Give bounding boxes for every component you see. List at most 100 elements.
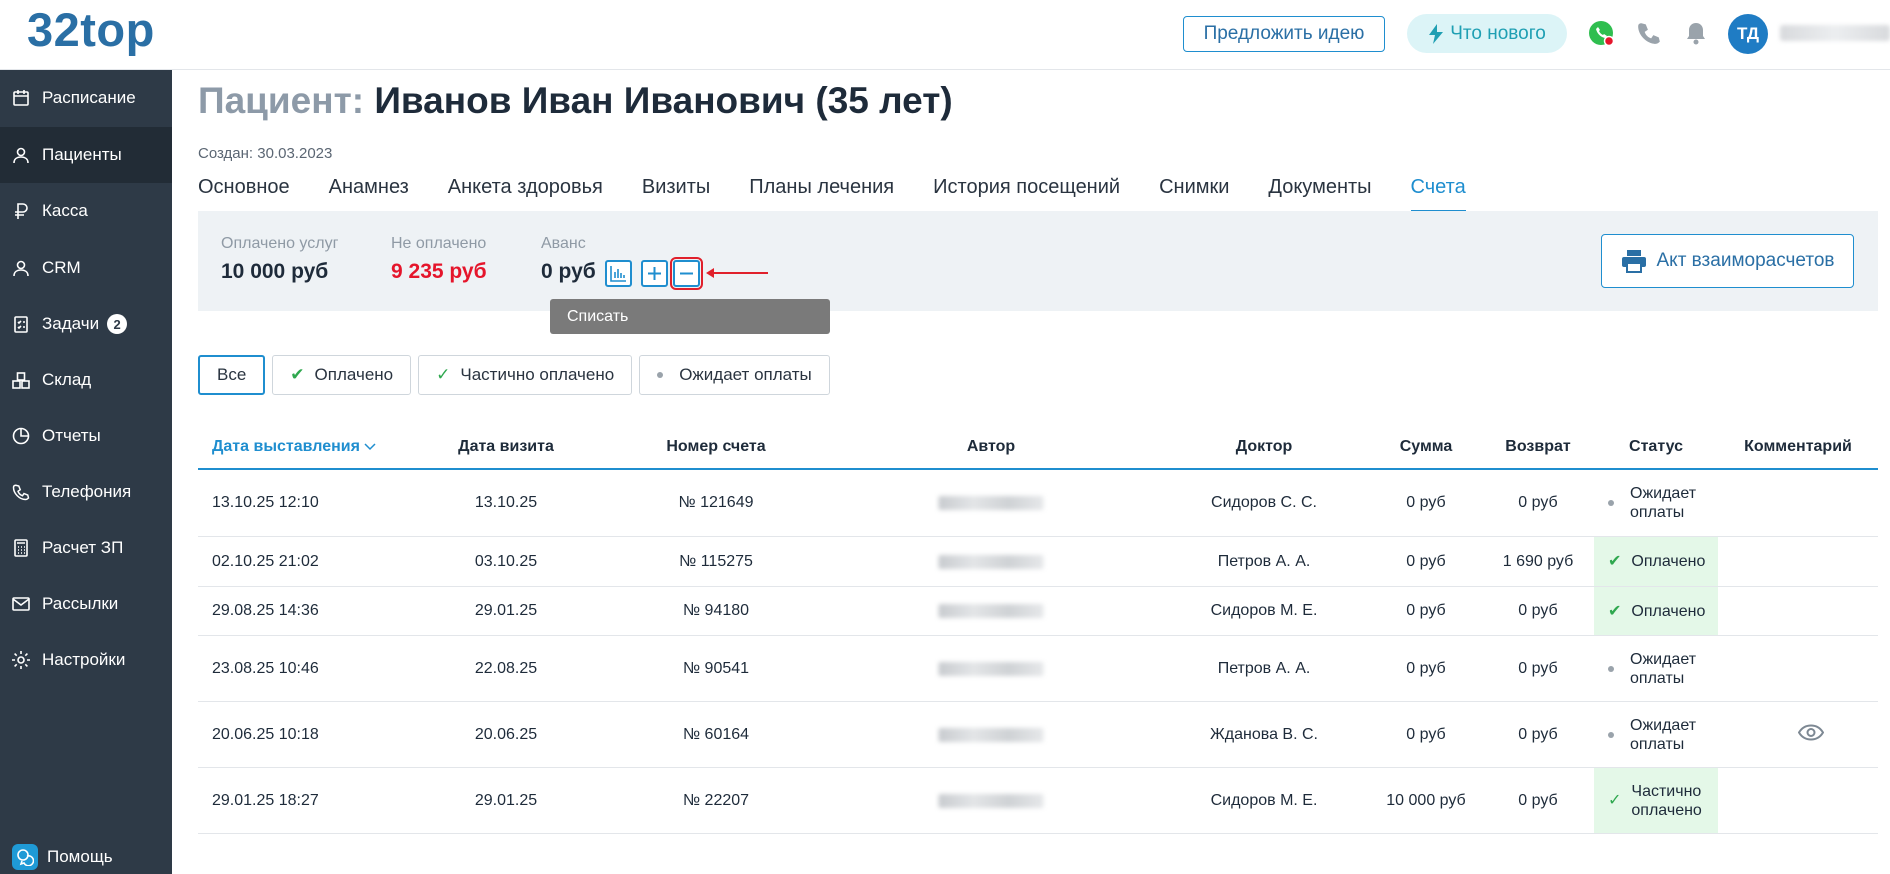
sidebar-item-reports[interactable]: Отчеты [0, 408, 172, 464]
annotation-arrow [706, 268, 768, 278]
tab-main[interactable]: Основное [198, 174, 290, 212]
filter-pending[interactable]: Ожидает оплаты [639, 355, 830, 395]
cell-invoice-number: № 115275 [679, 552, 753, 570]
calendar-icon [10, 87, 32, 109]
cell-visit-date: 03.10.25 [474, 552, 538, 570]
sidebar-item-label: Отчеты [42, 426, 101, 445]
reconciliation-act-button[interactable]: Акт взаиморасчетов [1601, 234, 1854, 288]
cell-issue-date: 13.10.25 12:10 [212, 494, 319, 511]
table-row[interactable]: 20.06.25 10:18 20.06.25 № 60164 Жданова … [198, 702, 1878, 768]
help-label: Помощь [47, 847, 113, 866]
status-badge: Ожидает оплаты [1594, 470, 1718, 536]
cell-refund: 0 руб [1518, 494, 1558, 511]
table-row[interactable]: 13.10.25 12:10 13.10.25 № 121649 Сидоров… [198, 470, 1878, 537]
sidebar-item-label: Пациенты [42, 145, 122, 164]
sidebar-item-warehouse[interactable]: Склад [0, 352, 172, 408]
tab-invoices[interactable]: Счета [1410, 174, 1466, 212]
sidebar-item-tasks[interactable]: Задачи 2 [0, 296, 172, 352]
table-row[interactable]: 23.08.25 10:46 22.08.25 № 90541 Петров А… [198, 636, 1878, 702]
sidebar-item-patients[interactable]: Пациенты [0, 127, 172, 183]
filter-pending-label: Ожидает оплаты [679, 365, 812, 384]
created-date: Создан: 30.03.2023 [198, 145, 333, 162]
column-invoice-number: Номер счета [666, 438, 766, 455]
sidebar-item-schedule[interactable]: Расписание [0, 70, 172, 126]
logo[interactable]: 32top [27, 2, 155, 57]
ruble-icon [10, 200, 32, 222]
filter-partial[interactable]: ✓ Частично оплачено [418, 355, 633, 395]
add-advance-button[interactable] [641, 260, 668, 287]
bell-icon[interactable] [1681, 18, 1711, 48]
cell-sum: 0 руб [1406, 602, 1446, 619]
write-off-advance-button[interactable] [670, 257, 703, 290]
sidebar-item-label: Задачи [42, 314, 100, 333]
patient-name: Иванов Иван Иванович (35 лет) [374, 80, 953, 121]
advance: Аванс 0 руб [541, 235, 596, 284]
cell-author-blurred [938, 793, 1044, 808]
status-badge: Ожидает оплаты [1594, 702, 1718, 767]
user-icon [10, 257, 32, 279]
column-author: Автор [966, 438, 1016, 455]
whatsapp-icon[interactable] [1586, 18, 1616, 48]
whats-new-button[interactable]: Что нового [1407, 14, 1567, 53]
cell-sum: 10 000 руб [1386, 791, 1466, 809]
write-off-tooltip: Списать [550, 299, 830, 334]
tab-images[interactable]: Снимки [1159, 174, 1229, 212]
sidebar-item-mailings[interactable]: Рассылки [0, 576, 172, 632]
table-header: Дата выставления Дата визита Номер счета… [198, 428, 1878, 470]
tab-visit-history[interactable]: История посещений [933, 174, 1120, 212]
table-row[interactable]: 29.01.25 18:27 29.01.25 № 22207 Сидоров … [198, 768, 1878, 834]
table-row[interactable]: 02.10.25 21:02 03.10.25 № 115275 Петров … [198, 537, 1878, 587]
sidebar-item-settings[interactable]: Настройки [0, 632, 172, 688]
column-issue-date[interactable]: Дата выставления [212, 438, 376, 456]
user-name-blurred[interactable] [1780, 25, 1890, 41]
status-badge: ✔ Оплачено [1594, 587, 1718, 635]
sidebar-item-cashbox[interactable]: Касса [0, 183, 172, 239]
top-bar: 32top Предложить идею Что нового ТД [0, 0, 1890, 70]
column-issue-date-label: Дата выставления [212, 438, 360, 455]
cell-invoice-number: № 90541 [682, 659, 750, 677]
cell-issue-date: 02.10.25 21:02 [212, 552, 319, 570]
cell-sum: 0 руб [1406, 494, 1446, 511]
tab-treatment-plans[interactable]: Планы лечения [749, 174, 894, 212]
sidebar-item-crm[interactable]: CRM [0, 240, 172, 296]
cell-refund: 0 руб [1518, 602, 1558, 619]
phone-icon [10, 481, 32, 503]
tab-health-questionnaire[interactable]: Анкета здоровья [448, 174, 603, 212]
advance-history-button[interactable] [605, 260, 632, 287]
cell-author-blurred [938, 604, 1044, 618]
unpaid-label: Не оплачено [391, 235, 487, 252]
cell-issue-date: 29.01.25 18:27 [212, 791, 319, 809]
double-check-icon: ✔ [1608, 553, 1622, 570]
balance-summary: Оплачено услуг 10 000 руб Не оплачено 9 … [198, 211, 1878, 334]
cell-author-blurred [938, 496, 1044, 510]
eye-icon[interactable] [1797, 723, 1825, 746]
filter-all-label: Все [217, 365, 247, 384]
cell-issue-date: 23.08.25 10:46 [212, 659, 319, 677]
sidebar-item-label: Расписание [42, 88, 136, 107]
table-row[interactable]: 29.08.25 14:36 29.01.25 № 94180 Сидоров … [198, 587, 1878, 636]
sidebar-item-payroll[interactable]: Расчет ЗП [0, 520, 172, 576]
paid-services-label: Оплачено услуг [221, 235, 339, 252]
phone-icon[interactable] [1634, 18, 1664, 48]
chevron-down-icon [364, 443, 376, 451]
column-refund: Возврат [1505, 438, 1571, 455]
cell-visit-date: 29.01.25 [474, 602, 538, 619]
cell-doctor: Петров А. А. [1217, 552, 1311, 570]
reconciliation-act-label: Акт взаиморасчетов [1656, 250, 1835, 271]
page-title: Пациент: Иванов Иван Иванович (35 лет) [198, 80, 953, 122]
gear-icon [10, 649, 32, 671]
status-text: Ожидает оплаты [1630, 716, 1697, 753]
help-button[interactable]: Помощь [0, 840, 172, 874]
cell-visit-date: 29.01.25 [474, 791, 538, 809]
cell-doctor: Сидоров М. Е. [1210, 791, 1318, 809]
filter-paid[interactable]: ✔ Оплачено [272, 355, 412, 395]
sidebar-item-telephony[interactable]: Телефония [0, 464, 172, 520]
user-avatar[interactable]: ТД [1728, 14, 1768, 54]
tasks-count-badge: 2 [107, 314, 128, 334]
filter-all[interactable]: Все [198, 355, 266, 395]
cell-issue-date: 29.08.25 14:36 [212, 602, 319, 619]
suggest-idea-button[interactable]: Предложить идею [1183, 16, 1385, 52]
tab-visits[interactable]: Визиты [642, 174, 710, 212]
tab-anamnesis[interactable]: Анамнез [329, 174, 409, 212]
tab-documents[interactable]: Документы [1268, 174, 1371, 212]
